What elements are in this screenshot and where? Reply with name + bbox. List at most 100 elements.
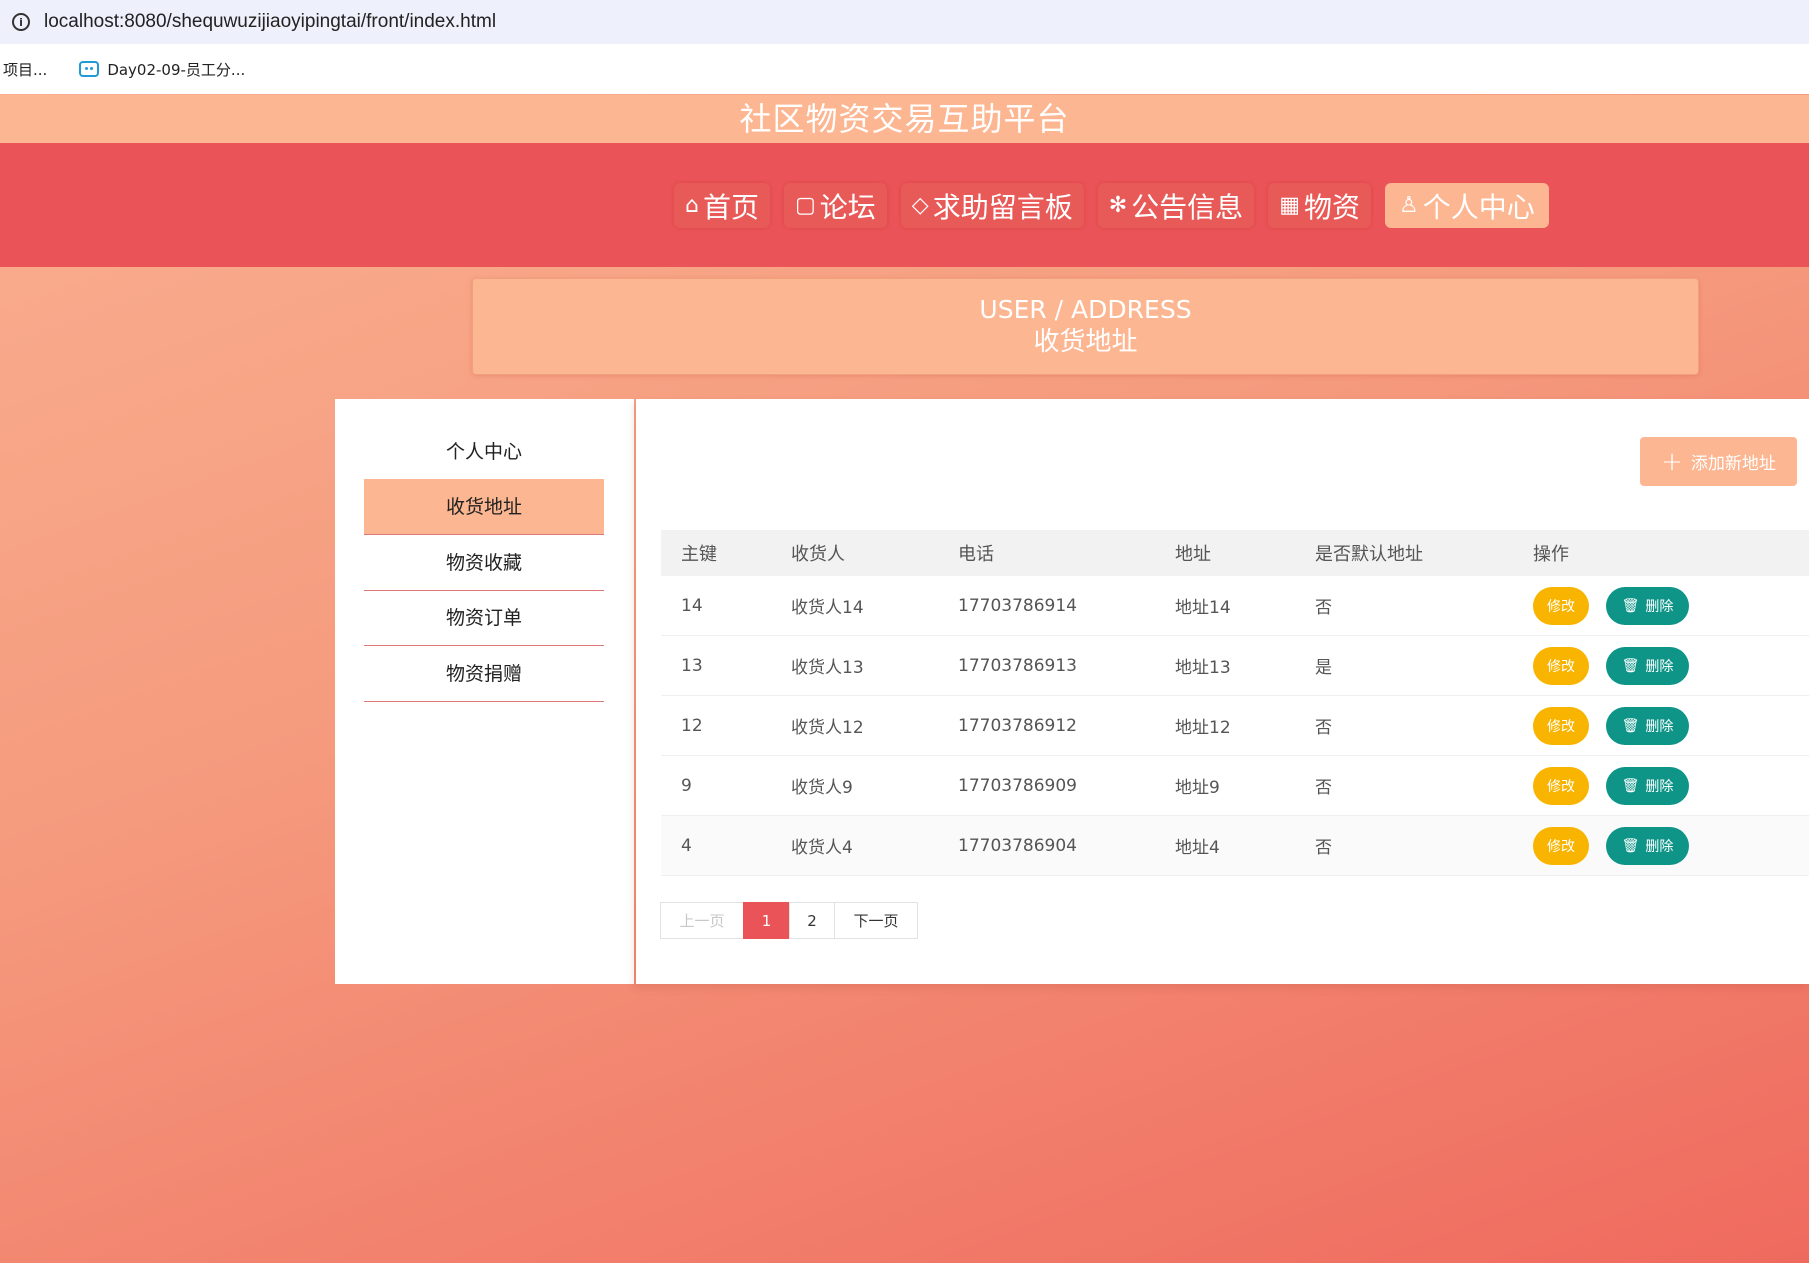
bookmark-bar: 项目... Day02-09-员工分... [0,44,1809,94]
trash-icon: 🗑 [1621,717,1640,734]
cell-id: 4 [681,835,692,856]
trash-icon: 🗑 [1621,597,1640,614]
bookmark-label: 项目... [3,60,48,79]
header-actions: 操作 [1533,544,1569,565]
cell-name: 收货人12 [791,718,864,738]
breadcrumb-cn: 收货地址 [1033,327,1138,357]
nav-label: 个人中心 [1422,190,1535,224]
cell-phone: 17703786912 [958,715,1077,736]
address-table: 主键 收货人 电话 地址 是否默认地址 操作 14 收货人14 17703786… [661,530,1809,876]
cell-id: 12 [681,715,703,736]
cell-phone: 17703786914 [958,595,1077,616]
nav-goods[interactable]: ▦ 物资 [1268,183,1371,228]
nav-label: 论坛 [819,190,876,224]
delete-label: 删除 [1645,778,1674,795]
cell-actions: 修改 🗑 删除 [1533,576,1689,635]
note-icon: ▢ [794,193,816,218]
trash-icon: 🗑 [1621,837,1640,854]
nav-notice[interactable]: ✻ 公告信息 [1097,183,1255,228]
header-default: 是否默认地址 [1315,544,1423,565]
cell-id: 14 [681,595,703,616]
bookmark-item[interactable]: Day02-09-员工分... [79,59,245,80]
browser-address-bar[interactable]: i localhost:8080/shequwuzijiaoyipingtai/… [0,0,1809,44]
delete-label: 删除 [1645,658,1674,675]
nav-label: 物资 [1303,190,1360,224]
add-address-button[interactable]: + 添加新地址 [1640,437,1797,486]
table-header: 主键 收货人 电话 地址 是否默认地址 操作 [661,530,1809,576]
address-panel: + 添加新地址 主键 收货人 电话 地址 是否默认地址 操作 14 收货人14 … [636,399,1809,984]
table-row: 9 收货人9 17703786909 地址9 否 修改 🗑 删除 [661,756,1809,816]
header-id: 主键 [681,544,717,565]
sidebar-item-favorites[interactable]: 物资收藏 [364,535,604,591]
edit-button[interactable]: 修改 [1533,646,1589,685]
add-address-label: 添加新地址 [1690,454,1776,474]
sidebar-item-donations[interactable]: 物资捐赠 [364,646,604,702]
url-text[interactable]: localhost:8080/shequwuzijiaoyipingtai/fr… [44,11,496,33]
header-name: 收货人 [791,544,845,565]
edit-button[interactable]: 修改 [1533,706,1589,745]
cell-name: 收货人9 [791,778,853,798]
cell-actions: 修改 🗑 删除 [1533,696,1689,755]
table-row: 12 收货人12 17703786912 地址12 否 修改 🗑 删除 [661,696,1809,756]
tag-icon: ◇ [911,193,929,218]
cell-default: 否 [1315,838,1332,858]
cell-actions: 修改 🗑 删除 [1533,816,1689,875]
bilibili-icon [79,61,100,77]
breadcrumb: USER / ADDRESS 收货地址 [472,278,1699,375]
sidebar: 个人中心 收货地址 物资收藏 物资订单 物资捐赠 [335,399,634,984]
delete-button[interactable]: 🗑 删除 [1606,826,1689,865]
delete-button[interactable]: 🗑 删除 [1606,706,1689,745]
cell-address: 地址12 [1175,718,1231,738]
cell-address: 地址4 [1175,838,1220,858]
cell-address: 地址9 [1175,778,1220,798]
page-button[interactable]: 1 [743,902,790,939]
sidebar-item-orders[interactable]: 物资订单 [364,590,604,646]
user-icon: ♙ [1399,193,1419,218]
edit-button[interactable]: 修改 [1533,766,1589,805]
cell-actions: 修改 🗑 删除 [1533,756,1689,815]
bookmark-item[interactable]: 项目... [3,59,47,80]
edit-button[interactable]: 修改 [1533,586,1589,625]
header-address: 地址 [1175,544,1211,565]
bookmark-label: Day02-09-员工分... [107,60,246,79]
plus-icon: + [1661,446,1683,477]
table-row: 4 收货人4 17703786904 地址4 否 修改 🗑 删除 [661,816,1809,876]
delete-button[interactable]: 🗑 删除 [1606,586,1689,625]
delete-button[interactable]: 🗑 删除 [1606,646,1689,685]
nav-home[interactable]: ⌂ 首页 [674,183,770,228]
cell-address: 地址13 [1175,658,1231,678]
sidebar-item-personal-center[interactable]: 个人中心 [364,424,604,480]
info-icon[interactable]: i [12,13,30,31]
pagination: 上一页 1 2 下一页 [660,902,918,939]
edit-button[interactable]: 修改 [1533,826,1589,865]
page-button[interactable]: 2 [789,902,835,939]
table-row: 14 收货人14 17703786914 地址14 否 修改 🗑 删除 [661,576,1809,636]
cell-phone: 17703786913 [958,655,1077,676]
trash-icon: 🗑 [1621,657,1640,674]
site-title: 社区物资交易互助平台 [0,95,1809,143]
cell-address: 地址14 [1175,598,1231,618]
cell-id: 13 [681,655,703,676]
delete-label: 删除 [1645,838,1674,855]
nav-help-board[interactable]: ◇ 求助留言板 [900,183,1084,228]
cell-name: 收货人4 [791,838,853,858]
next-page-button[interactable]: 下一页 [834,902,918,939]
grid-icon: ▦ [1279,193,1300,218]
cell-default: 是 [1315,658,1332,678]
home-icon: ⌂ [685,193,699,218]
cell-default: 否 [1315,598,1332,618]
delete-button[interactable]: 🗑 删除 [1606,766,1689,805]
cell-name: 收货人13 [791,658,864,678]
prev-page-button[interactable]: 上一页 [660,902,744,939]
cell-default: 否 [1315,718,1332,738]
main-nav: ⌂ 首页 ▢ 论坛 ◇ 求助留言板 ✻ 公告信息 ▦ 物资 ♙ 个人中心 [0,143,1809,267]
header-phone: 电话 [958,544,994,565]
nav-personal-center[interactable]: ♙ 个人中心 [1385,183,1549,228]
cell-default: 否 [1315,778,1332,798]
cell-phone: 17703786909 [958,775,1077,796]
cell-phone: 17703786904 [958,835,1077,856]
sidebar-item-address[interactable]: 收货地址 [364,479,604,535]
nav-forum[interactable]: ▢ 论坛 [783,183,887,228]
cell-name: 收货人14 [791,598,864,618]
cell-id: 9 [681,775,692,796]
